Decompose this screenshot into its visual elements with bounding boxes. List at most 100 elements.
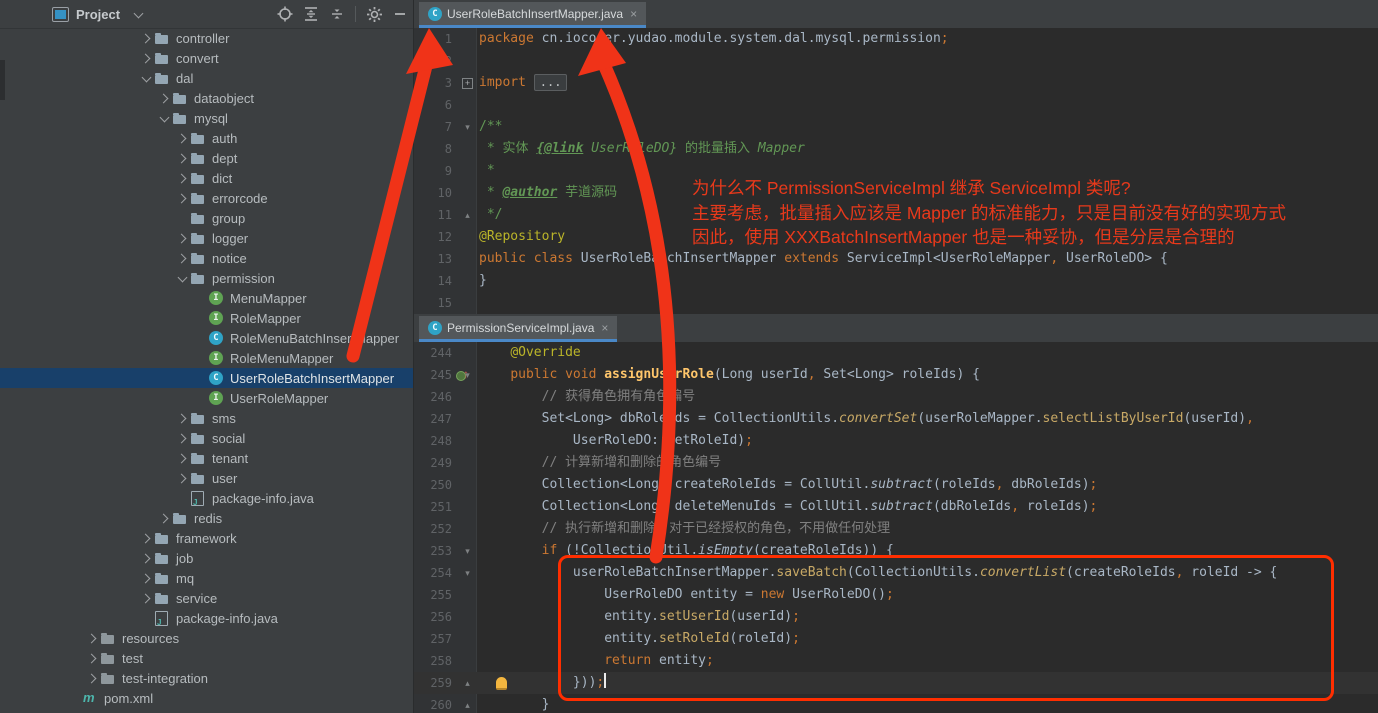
chevron-right-icon[interactable] <box>173 135 191 142</box>
chevron-right-icon[interactable] <box>137 35 155 42</box>
tree-item-userrolebatchinsertmapper[interactable]: CUserRoleBatchInsertMapper <box>0 368 413 388</box>
fold-end-icon[interactable]: ▴ <box>461 204 474 226</box>
code-line-248[interactable]: 248 UserRoleDO::getRoleId); <box>414 430 1378 452</box>
chevron-right-icon[interactable] <box>137 55 155 62</box>
chevron-down-icon[interactable] <box>173 276 191 281</box>
code-line-6[interactable]: 6 <box>414 94 1378 116</box>
fold-start-icon[interactable]: ▾ <box>461 116 474 138</box>
tree-item-permission[interactable]: permission <box>0 268 413 288</box>
code-line-249[interactable]: 249 // 计算新增和删除的角色编号 <box>414 452 1378 474</box>
tree-item-rolemenubatchinsertmapper[interactable]: CRoleMenuBatchInsertMapper <box>0 328 413 348</box>
chevron-right-icon[interactable] <box>83 675 101 682</box>
tree-item-rolemapper[interactable]: IRoleMapper <box>0 308 413 328</box>
tree-item-tenant[interactable]: tenant <box>0 448 413 468</box>
close-icon[interactable]: × <box>601 322 608 334</box>
chevron-right-icon[interactable] <box>83 635 101 642</box>
tree-item-job[interactable]: job <box>0 548 413 568</box>
tree-item-menumapper[interactable]: IMenuMapper <box>0 288 413 308</box>
tree-item-notice[interactable]: notice <box>0 248 413 268</box>
tree-item-sms[interactable]: sms <box>0 408 413 428</box>
chevron-down-icon[interactable] <box>155 116 173 121</box>
collapse-all-icon[interactable] <box>329 6 345 22</box>
editor-top[interactable]: C UserRoleBatchInsertMapper.java × 1pack… <box>413 0 1378 314</box>
code-line-252[interactable]: 252 // 执行新增和删除。对于已经授权的角色，不用做任何处理 <box>414 518 1378 540</box>
chevron-right-icon[interactable] <box>173 255 191 262</box>
chevron-right-icon[interactable] <box>173 155 191 162</box>
tree-item-convert[interactable]: convert <box>0 48 413 68</box>
code-line-3[interactable]: 3+import ... <box>414 72 1378 94</box>
code-line-244[interactable]: 244 @Override <box>414 342 1378 364</box>
chevron-right-icon[interactable] <box>173 435 191 442</box>
tree-item-test[interactable]: test <box>0 648 413 668</box>
tree-item-resources[interactable]: resources <box>0 628 413 648</box>
chevron-right-icon[interactable] <box>137 555 155 562</box>
tree-item-pom-xml[interactable]: mpom.xml <box>0 688 413 708</box>
fold-end-icon[interactable]: ▴ <box>461 694 474 713</box>
tree-item-dal[interactable]: dal <box>0 68 413 88</box>
intention-bulb-icon[interactable] <box>496 677 507 690</box>
chevron-right-icon[interactable] <box>173 455 191 462</box>
code-line-2[interactable]: 2 <box>414 50 1378 72</box>
tree-item-rolemenumapper[interactable]: IRoleMenuMapper <box>0 348 413 368</box>
tree-item-group[interactable]: group <box>0 208 413 228</box>
chevron-down-icon[interactable] <box>137 76 155 81</box>
chevron-down-icon[interactable] <box>129 12 147 17</box>
tree-item-dict[interactable]: dict <box>0 168 413 188</box>
code-line-246[interactable]: 246 // 获得角色拥有角色编号 <box>414 386 1378 408</box>
tree-item-package-info-java[interactable]: package-info.java <box>0 488 413 508</box>
tree-item-errorcode[interactable]: errorcode <box>0 188 413 208</box>
tree-item-framework[interactable]: framework <box>0 528 413 548</box>
fold-start-icon[interactable]: ▾ <box>461 364 474 386</box>
code-line-245[interactable]: 245↑▾ public void assignUserRole(Long us… <box>414 364 1378 386</box>
fold-start-icon[interactable]: ▾ <box>461 562 474 584</box>
chevron-right-icon[interactable] <box>173 235 191 242</box>
code-line-251[interactable]: 251 Collection<Long> deleteMenuIds = Col… <box>414 496 1378 518</box>
code-line-14[interactable]: 14} <box>414 270 1378 292</box>
locate-icon[interactable] <box>277 6 293 22</box>
chevron-right-icon[interactable] <box>173 175 191 182</box>
tree-item-redis[interactable]: redis <box>0 508 413 528</box>
tree-item-auth[interactable]: auth <box>0 128 413 148</box>
chevron-right-icon[interactable] <box>173 195 191 202</box>
chevron-right-icon[interactable] <box>173 475 191 482</box>
hide-panel-icon[interactable] <box>393 7 407 21</box>
tree-item-user[interactable]: user <box>0 468 413 488</box>
chevron-right-icon[interactable] <box>155 515 173 522</box>
tree-item-userrolemapper[interactable]: IUserRoleMapper <box>0 388 413 408</box>
chevron-right-icon[interactable] <box>155 95 173 102</box>
chevron-right-icon[interactable] <box>137 575 155 582</box>
tree-item-service[interactable]: service <box>0 588 413 608</box>
tree-item-dept[interactable]: dept <box>0 148 413 168</box>
tree-item-mq[interactable]: mq <box>0 568 413 588</box>
chevron-right-icon[interactable] <box>83 655 101 662</box>
tree-item-social[interactable]: social <box>0 428 413 448</box>
tree-item-package-info-java[interactable]: package-info.java <box>0 608 413 628</box>
chevron-right-icon[interactable] <box>137 535 155 542</box>
line-number: 9 <box>414 160 452 182</box>
settings-icon[interactable] <box>366 6 383 23</box>
fold-expand-icon[interactable]: + <box>462 78 473 89</box>
java-file-icon <box>155 611 173 626</box>
tree-item-logger[interactable]: logger <box>0 228 413 248</box>
tree-item-dataobject[interactable]: dataobject <box>0 88 413 108</box>
code-line-7[interactable]: 7▾/** <box>414 116 1378 138</box>
tree-item-test-integration[interactable]: test-integration <box>0 668 413 688</box>
code-line-250[interactable]: 250 Collection<Long> createRoleIds = Col… <box>414 474 1378 496</box>
code-line-15[interactable]: 15 <box>414 292 1378 314</box>
chevron-right-icon[interactable] <box>137 595 155 602</box>
folder-icon <box>191 153 209 164</box>
expand-all-icon[interactable] <box>303 6 319 22</box>
chevron-right-icon[interactable] <box>173 415 191 422</box>
tree-item-mysql[interactable]: mysql <box>0 108 413 128</box>
tab-permissionserviceimpl[interactable]: C PermissionServiceImpl.java × <box>419 316 617 342</box>
code-line-247[interactable]: 247 Set<Long> dbRoleIds = CollectionUtil… <box>414 408 1378 430</box>
close-icon[interactable]: × <box>630 8 637 20</box>
code-line-1[interactable]: 1package cn.iocoder.yudao.module.system.… <box>414 28 1378 50</box>
fold-end-icon[interactable]: ▴ <box>461 672 474 694</box>
code-line-13[interactable]: 13public class UserRoleBatchInsertMapper… <box>414 248 1378 270</box>
fold-start-icon[interactable]: ▾ <box>461 540 474 562</box>
folded-imports[interactable]: ... <box>534 74 568 91</box>
code-line-8[interactable]: 8 * 实体 {@link UserRoleDO} 的批量插入 Mapper <box>414 138 1378 160</box>
tree-item-controller[interactable]: controller <box>0 28 413 48</box>
tab-userrolebatchinsertmapper[interactable]: C UserRoleBatchInsertMapper.java × <box>419 2 646 28</box>
